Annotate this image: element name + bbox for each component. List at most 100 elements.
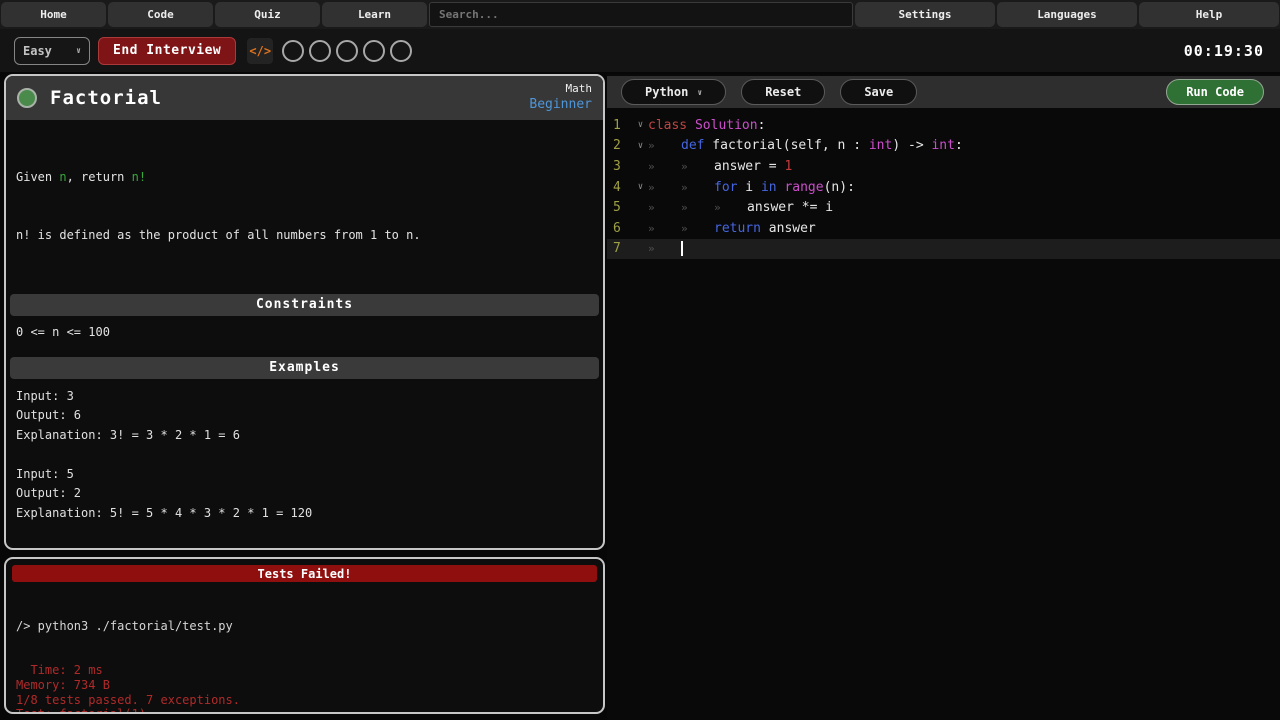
code-line: 7» (607, 238, 1280, 260)
progress-circle (390, 39, 413, 62)
fold-arrow-icon[interactable]: ∨ (633, 120, 648, 130)
example-gap (16, 445, 593, 465)
problem-status-icon (17, 88, 37, 108)
code-brackets-icon: </> (249, 43, 272, 58)
constraints-header: Constraints (10, 293, 599, 316)
editor-panel: Python ∨ Reset Save Run Code 1 ∨ class Sol… (607, 74, 1280, 720)
line-number: 6 (613, 220, 621, 236)
problem-tags: Math Beginner (529, 82, 592, 113)
code-token: ) -> (892, 138, 932, 154)
indent-guide-icon: » (648, 242, 655, 256)
example-line: Output: 6 (16, 408, 82, 422)
code-line-content: » (648, 241, 683, 257)
code-token: i (737, 179, 761, 195)
code-token: for (714, 179, 738, 195)
nav-tab-languages[interactable]: Languages (997, 2, 1137, 27)
problem-title: Factorial (50, 87, 162, 109)
run-code-button[interactable]: Run Code (1166, 79, 1264, 105)
tests-result-line: Time: 2 ms (16, 662, 103, 677)
tests-result-line: Memory: 734 B (16, 677, 110, 692)
save-button[interactable]: Save (840, 79, 918, 105)
nav-tab-settings[interactable]: Settings (855, 2, 995, 27)
code-line: 6 » » return answer (607, 218, 1280, 239)
progress-circles (282, 39, 413, 62)
code-line-content: » » return answer (648, 221, 816, 236)
progress-circle (282, 39, 305, 62)
code-editor[interactable]: 1 ∨ class Solution: 2 ∨» def factorial(self, … (607, 108, 1280, 260)
difficulty-value: Easy (23, 43, 52, 58)
tests-result-line: 1/8 tests passed. 7 exceptions. (16, 692, 240, 707)
nav-tab-home[interactable]: Home (1, 2, 106, 27)
language-value: Python (645, 85, 689, 99)
fold-arrow-icon[interactable]: ∨ (633, 182, 648, 192)
code-line-content: » » » answer *= i (648, 200, 833, 215)
indent-guide-icon: » (681, 221, 688, 235)
problem-category-label: Math (565, 82, 593, 96)
nav-tab-help[interactable]: Help (1139, 2, 1279, 27)
example-line: Input: 5 (16, 466, 74, 481)
end-interview-button[interactable]: End Interview (98, 36, 237, 65)
nav-right-tabs: Settings Languages Help (854, 0, 1280, 29)
code-mode-button[interactable]: </> (247, 37, 274, 64)
constraints-text: 0 <= n <= 100 (16, 324, 110, 339)
tests-output: /> python3 ./factorial/test.py Time: 2 m… (6, 582, 603, 712)
indent-guide-icon: » (648, 201, 655, 215)
example-line: Output: 2 (16, 486, 82, 500)
progress-circle (363, 39, 386, 62)
examples-header: Examples (10, 356, 599, 379)
code-token: return (714, 220, 761, 236)
line-number: 3 (613, 158, 621, 174)
code-token: 1 (784, 158, 793, 174)
code-token: Solution (694, 117, 758, 133)
line-number: 2 (613, 138, 621, 154)
indent-guide-icon: » (648, 221, 655, 235)
tests-failed-banner: Tests Failed! (12, 565, 597, 582)
code-line-content: » » for i in range(n): (648, 180, 855, 195)
code-line: 3 » » answer = 1 (607, 156, 1280, 177)
code-line: 5 » » » answer *= i (607, 197, 1280, 218)
tests-panel: Tests Failed! /> python3 ./factorial/tes… (4, 557, 605, 714)
problem-panel: Factorial Math Beginner Given n, return … (4, 74, 605, 550)
search-input[interactable] (429, 2, 853, 27)
language-select[interactable]: Python ∨ (621, 79, 727, 105)
indent-guide-icon: » (681, 201, 688, 215)
code-token: : (757, 117, 766, 133)
text-cursor (681, 241, 683, 257)
code-token: answer *= i (747, 200, 834, 216)
difficulty-select[interactable]: Easy ∨ (14, 36, 90, 65)
session-timer: 00:19:30 (1183, 41, 1264, 60)
chevron-down-icon: ∨ (76, 46, 81, 55)
code-line-content: » » answer = 1 (648, 159, 792, 174)
code-line-content: class Solution: (648, 118, 765, 133)
code-token: answer = (714, 158, 785, 174)
chevron-down-icon: ∨ (697, 87, 703, 97)
fold-arrow-icon[interactable]: ∨ (633, 141, 648, 151)
description-line-1: Given n, return n! (16, 168, 593, 187)
reset-button[interactable]: Reset (741, 79, 826, 105)
nav-tab-code[interactable]: Code (108, 2, 213, 27)
code-token: factorial(self, n : (704, 138, 869, 154)
indent-guide-icon: » (681, 180, 688, 194)
nav-tab-quiz[interactable]: Quiz (215, 2, 320, 27)
progress-circle (336, 39, 359, 62)
tests-result-lines: Time: 2 ms Memory: 734 B 1/8 tests passed.… (16, 662, 593, 712)
code-token: (n): (823, 179, 855, 195)
nav-left-tabs: Home Code Quiz Learn (0, 0, 428, 29)
session-toolbar: Easy ∨ End Interview </> 00:19:30 (0, 29, 1280, 72)
tests-result-line: Test: factorial(1) (16, 707, 593, 712)
description-line-2: n! is defined as the product of all numb… (16, 228, 421, 243)
nav-tab-learn[interactable]: Learn (322, 2, 427, 27)
progress-circle (309, 39, 332, 62)
tests-command-line: /> python3 ./factorial/test.py (16, 618, 233, 633)
code-token: in (760, 179, 777, 195)
line-number: 4 (613, 179, 621, 195)
description-token: n! (131, 169, 147, 184)
indent-guide-icon: » (648, 139, 655, 153)
indent-guide-icon: » (681, 159, 688, 173)
problem-description: Given n, return n! n! is defined as the … (6, 120, 603, 285)
code-token: range (784, 179, 824, 195)
line-number: 1 (613, 117, 621, 133)
line-number: 5 (613, 200, 621, 216)
problem-difficulty-label: Beginner (529, 96, 592, 112)
code-token: int (931, 138, 955, 154)
